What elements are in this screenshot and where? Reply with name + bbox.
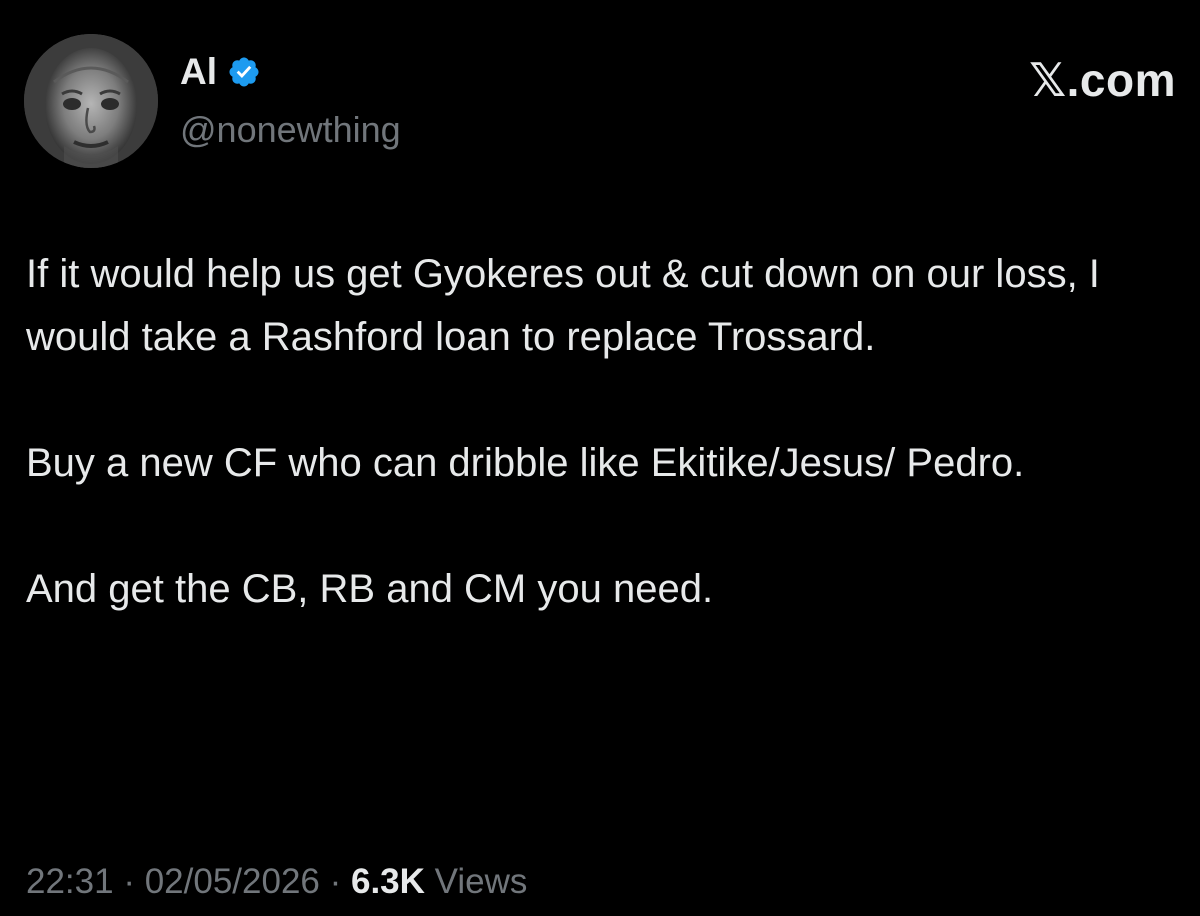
- meta-separator: ·: [113, 862, 145, 901]
- tweet-date[interactable]: 02/05/2026: [145, 862, 320, 901]
- author-handle[interactable]: @nonewthing: [180, 108, 401, 152]
- tweet-card: Al @nonewthing 𝕏.com If it would help us…: [0, 0, 1200, 916]
- tweet-paragraph-3: And get the CB, RB and CM you need.: [26, 567, 714, 611]
- avatar[interactable]: [24, 34, 158, 168]
- tweet-time[interactable]: 22:31: [26, 862, 114, 901]
- views-label: Views: [434, 862, 528, 901]
- author-display-name[interactable]: Al: [180, 50, 217, 94]
- author-name-row: Al: [180, 50, 261, 94]
- tweet-text: If it would help us get Gyokeres out & c…: [26, 243, 1166, 621]
- verified-badge-icon: [227, 55, 261, 89]
- tweet-paragraph-2: Buy a new CF who can dribble like Ekitik…: [26, 441, 1025, 485]
- x-brand-logo: 𝕏.com: [1029, 54, 1176, 106]
- tweet-meta: 22:31 · 02/05/2026 · 6.3K Views: [26, 852, 527, 912]
- views-count: 6.3K: [350, 862, 425, 901]
- meta-separator: ·: [319, 862, 351, 901]
- tweet-header: Al @nonewthing 𝕏.com: [24, 34, 1176, 170]
- avatar-photo-icon: [24, 34, 158, 168]
- tweet-paragraph-1: If it would help us get Gyokeres out & c…: [26, 252, 1100, 359]
